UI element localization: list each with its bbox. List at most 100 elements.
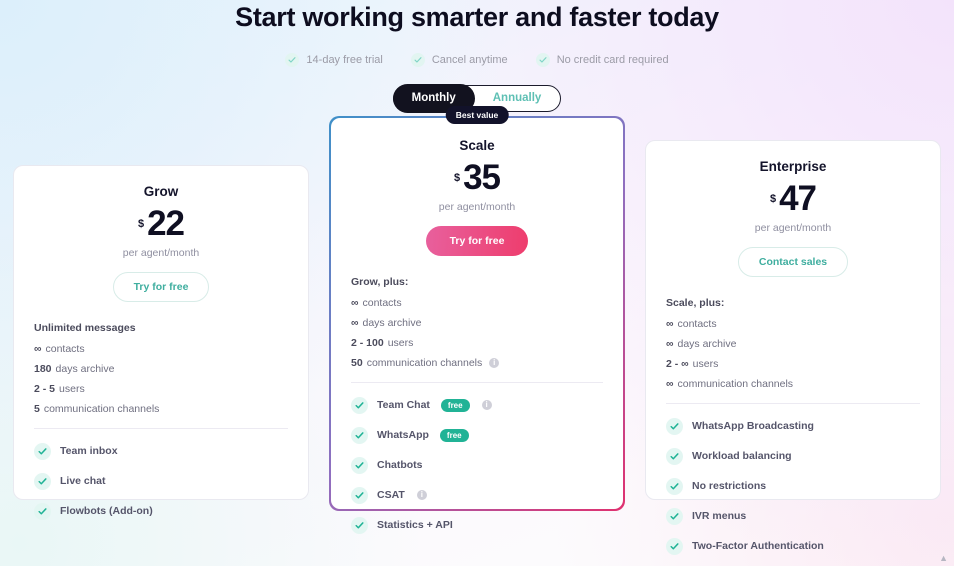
cta-button-scale[interactable]: Try for free bbox=[425, 225, 529, 256]
checklist-item: Statistics + API bbox=[351, 516, 603, 534]
feature-list-heading: Unlimited messages bbox=[34, 321, 136, 334]
feature-value: 180 bbox=[34, 362, 52, 375]
feature-list-heading: Scale, plus: bbox=[666, 296, 725, 309]
plan-name: Enterprise bbox=[759, 158, 827, 174]
check-glyph bbox=[38, 448, 47, 455]
price-amount: 47 bbox=[779, 178, 817, 218]
checklist-item: WhatsApp free bbox=[351, 426, 603, 444]
feature-value: ∞ bbox=[34, 342, 42, 355]
trust-item: Cancel anytime bbox=[410, 52, 508, 67]
info-icon[interactable]: i bbox=[416, 490, 427, 501]
currency-symbol: $ bbox=[137, 217, 145, 230]
checklist-item-label: WhatsApp Broadcasting bbox=[692, 420, 814, 433]
feature-label: contacts bbox=[362, 296, 402, 309]
checklist-item: Live chat bbox=[34, 472, 288, 490]
checklist-item: IVR menus bbox=[666, 507, 920, 525]
check-icon bbox=[351, 486, 368, 504]
card-inner: Scale $35 per agent/month Try for free Grow,… bbox=[331, 117, 623, 534]
check-icon bbox=[535, 52, 550, 67]
check-glyph bbox=[38, 478, 47, 485]
cta-button-enterprise[interactable]: Contact sales bbox=[737, 246, 849, 277]
check-glyph bbox=[355, 492, 364, 499]
check-glyph bbox=[670, 543, 679, 550]
check-icon bbox=[351, 516, 368, 534]
price-period: per agent/month bbox=[438, 200, 516, 213]
checklist-item: CSAT i bbox=[351, 486, 603, 504]
check-icon bbox=[351, 456, 368, 474]
checklist-item: Team Chat free i bbox=[351, 396, 603, 414]
trust-item: No credit card required bbox=[535, 52, 669, 67]
feature-label: communication channels bbox=[366, 356, 483, 369]
check-icon bbox=[666, 417, 683, 435]
price-row: $47 bbox=[666, 178, 920, 218]
feature-row: 180 days archive bbox=[34, 363, 288, 375]
feature-row: 5 communication channels bbox=[34, 403, 288, 415]
feature-label: days archive bbox=[362, 316, 422, 329]
feature-label: contacts bbox=[45, 342, 85, 355]
checklist-item: WhatsApp Broadcasting bbox=[666, 417, 920, 435]
feature-label: days archive bbox=[55, 362, 115, 375]
checklist-item-label: Workload balancing bbox=[692, 450, 792, 463]
check-glyph bbox=[670, 453, 679, 460]
check-glyph bbox=[670, 483, 679, 490]
checklist-item: Flowbots (Add-on) bbox=[34, 502, 288, 520]
feature-label: days archive bbox=[677, 337, 737, 350]
card-divider bbox=[34, 427, 288, 429]
info-icon[interactable]: i bbox=[489, 357, 500, 368]
pricing-card-enterprise: Enterprise $47 per agent/month Contact sale… bbox=[645, 139, 941, 555]
check-glyph bbox=[355, 432, 364, 439]
info-icon[interactable]: i bbox=[481, 400, 492, 411]
checklist-item-label: Live chat bbox=[60, 475, 106, 488]
check-icon bbox=[285, 52, 300, 67]
feature-row: ∞ contacts bbox=[666, 318, 920, 330]
check-glyph bbox=[670, 423, 679, 430]
feature-label: contacts bbox=[677, 317, 717, 330]
check-glyph bbox=[288, 56, 296, 63]
checklist-item-label: Team Chat bbox=[377, 399, 430, 412]
check-icon bbox=[34, 442, 51, 460]
feature-row: 2 - ∞ users bbox=[666, 358, 920, 370]
check-icon bbox=[666, 447, 683, 465]
checklist-item-label: Statistics + API bbox=[377, 519, 453, 532]
feature-label: communication channels bbox=[43, 402, 160, 415]
check-glyph bbox=[355, 462, 364, 469]
check-icon bbox=[351, 396, 368, 414]
feature-value: ∞ bbox=[666, 337, 674, 350]
feature-row: 2 - 5 users bbox=[34, 383, 288, 395]
cta-button-grow[interactable]: Try for free bbox=[112, 271, 210, 302]
checklist-item: Chatbots bbox=[351, 456, 603, 474]
feature-value: 50 bbox=[351, 356, 363, 369]
check-glyph bbox=[38, 508, 47, 515]
price-period: per agent/month bbox=[122, 246, 200, 259]
plan-name: Scale bbox=[459, 137, 495, 153]
cta-wrapper: Try for free bbox=[351, 225, 603, 256]
feature-label: communication channels bbox=[677, 377, 794, 390]
feature-value: 5 bbox=[34, 402, 40, 415]
scroll-to-top-icon[interactable]: ▲ bbox=[939, 553, 948, 563]
pricing-card-grow: Grow $22 per agent/month Try for free Unlimi… bbox=[13, 164, 309, 520]
feature-row: ∞ days archive bbox=[351, 317, 603, 329]
check-glyph bbox=[539, 56, 547, 63]
feature-value: 2 - 5 bbox=[34, 382, 56, 395]
price-period: per agent/month bbox=[754, 221, 832, 234]
trust-item-label: Cancel anytime bbox=[431, 53, 508, 66]
feature-value: ∞ bbox=[666, 317, 674, 330]
trust-item-label: 14-day free trial bbox=[306, 53, 383, 66]
check-glyph bbox=[414, 56, 422, 63]
checklist-item-label: Team inbox bbox=[60, 445, 118, 458]
feature-value: ∞ bbox=[351, 316, 359, 329]
check-icon bbox=[351, 426, 368, 444]
checklist-item-label: CSAT bbox=[377, 489, 405, 502]
cta-wrapper: Contact sales bbox=[666, 246, 920, 277]
checklist-item: Workload balancing bbox=[666, 447, 920, 465]
feature-label: users bbox=[387, 336, 414, 349]
price-amount: 35 bbox=[463, 157, 501, 197]
feature-list: Scale, plus: ∞ contacts ∞ days archive 2 - ∞ u… bbox=[666, 297, 920, 390]
feature-value: 2 - ∞ bbox=[666, 357, 689, 370]
card-divider bbox=[666, 402, 920, 404]
feature-row: ∞ contacts bbox=[351, 297, 603, 309]
check-icon bbox=[410, 52, 425, 67]
trust-indicator-row: 14-day free trial Cancel anytime No credit… bbox=[0, 52, 954, 67]
feature-row: ∞ contacts bbox=[34, 343, 288, 355]
checklist-item-label: No restrictions bbox=[692, 480, 767, 493]
